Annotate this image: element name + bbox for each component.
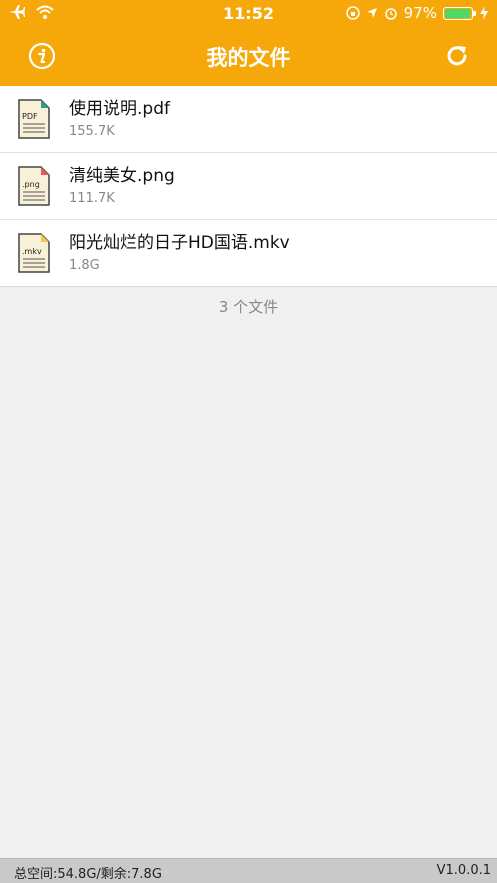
battery-percent: 97%: [403, 4, 437, 22]
battery-fill: [445, 8, 470, 18]
version-label: V1.0.0.1: [436, 863, 491, 878]
file-row-png[interactable]: .png 清纯美女.png 111.7K: [0, 153, 497, 220]
top-bar: 11:52 97% 我的文件: [0, 0, 497, 86]
file-size: 1.8G: [69, 258, 100, 273]
file-count: 3 个文件: [218, 298, 279, 316]
file-row-pdf[interactable]: PDF 使用说明.pdf 155.7K: [0, 86, 497, 153]
png-file-icon: .png: [18, 166, 50, 206]
mkv-badge: .mkv: [22, 247, 42, 256]
storage-info: 总空间:54.8G/剩余:7.8G: [14, 867, 162, 882]
location-icon: [366, 8, 377, 18]
charging-icon: [480, 6, 488, 20]
status-bar: 11:52 97%: [0, 0, 497, 28]
file-list: PDF 使用说明.pdf 155.7K .png 清纯美女.png 111.7K…: [0, 86, 497, 287]
png-badge: .png: [22, 180, 40, 189]
file-row-mkv[interactable]: .mkv 阳光灿烂的日子HD国语.mkv 1.8G: [0, 220, 497, 287]
alarm-icon: [384, 8, 397, 20]
page-title: 我的文件: [206, 46, 291, 70]
footer-bar: 总空间:54.8G/剩余:7.8G V1.0.0.1: [0, 858, 497, 883]
rotation-lock-icon: [345, 6, 360, 20]
file-name: 使用说明.pdf: [69, 99, 170, 119]
file-size: 111.7K: [69, 191, 115, 206]
refresh-icon[interactable]: [443, 42, 471, 70]
pdf-file-icon: PDF: [18, 99, 50, 139]
file-size: 155.7K: [69, 124, 115, 139]
mkv-file-icon: .mkv: [18, 233, 50, 273]
pdf-badge: PDF: [22, 112, 38, 121]
battery-icon: [443, 6, 476, 20]
navigation-bar: 我的文件: [0, 28, 497, 86]
file-name: 清纯美女.png: [69, 166, 175, 186]
file-name: 阳光灿烂的日子HD国语.mkv: [69, 233, 290, 253]
